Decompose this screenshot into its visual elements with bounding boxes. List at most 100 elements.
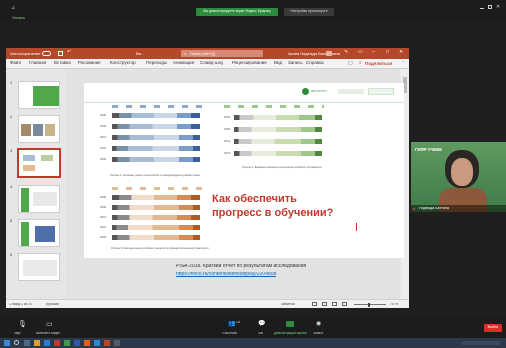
chart-row-bar <box>234 127 322 132</box>
zoom-level[interactable]: 74 % <box>390 303 398 307</box>
notes-button[interactable]: Заметки <box>281 303 295 307</box>
reading-view-icon[interactable] <box>332 302 337 306</box>
taskbar-app-icon[interactable] <box>34 340 40 346</box>
chart-row-label: 2000 <box>100 196 107 199</box>
chart-row-label: 2015 <box>100 147 107 150</box>
taskbar-app-icon[interactable] <box>64 340 70 346</box>
search-input[interactable]: Поиск (Alt+Q) <box>190 52 215 56</box>
thumb-number: 1 <box>10 81 13 85</box>
tab-design[interactable]: Конструктор <box>110 61 136 66</box>
thumb-image <box>23 165 35 171</box>
source-link[interactable]: https://fioco.ru/contents/item/display/2… <box>176 272 276 277</box>
language-status[interactable]: русский <box>46 303 59 307</box>
text-cursor <box>356 223 357 231</box>
close-icon[interactable]: ✕ <box>496 5 501 10</box>
share-button[interactable]: Поделиться <box>365 62 392 67</box>
pen-icon[interactable]: ✎ <box>344 50 348 55</box>
share-screen-button[interactable]: Демонстрация экрана <box>274 320 310 336</box>
minimize-icon[interactable] <box>480 8 484 9</box>
tab-view[interactable]: Вид <box>274 61 282 66</box>
sharing-banner: Вы демонстрируете экран Яндекс Браузер <box>196 8 278 16</box>
chat-icon: 💬 <box>258 321 266 327</box>
taskbar-app-icon[interactable] <box>94 340 100 346</box>
leave-button[interactable]: Выйти <box>484 324 502 332</box>
slide-thumbnail-5[interactable] <box>18 219 60 247</box>
zoom-slider[interactable] <box>354 304 386 305</box>
slide-thumbnail-6[interactable] <box>18 253 60 281</box>
search-icon: ⌕ <box>184 51 187 56</box>
thumb-image <box>21 124 31 136</box>
user-avatar[interactable] <box>326 51 332 56</box>
tab-review[interactable]: Рецензирование <box>232 61 267 66</box>
participants-label: Участники <box>222 332 238 335</box>
ribbon-collapse-icon[interactable]: ⌃ <box>401 61 405 66</box>
ribbon-display-icon[interactable]: ▭ <box>358 50 363 55</box>
slide[interactable]: ИНСТИТУТ 2000 2009 2012 2015 2018 Рисуно… <box>84 83 404 277</box>
participants-button[interactable]: 👥 25 Участники <box>222 320 246 336</box>
thumb-image <box>33 124 43 136</box>
taskbar-app-icon[interactable] <box>104 340 110 346</box>
chart-row-bar <box>112 195 200 200</box>
tab-help[interactable]: Справка <box>306 61 324 66</box>
thumb-image <box>35 226 55 242</box>
chart-row-bar <box>112 124 200 129</box>
normal-view-icon[interactable] <box>312 302 317 306</box>
slideshow-view-icon[interactable] <box>342 302 347 306</box>
chart-2-caption: Рисунок 2. Динамика показателя результат… <box>242 166 322 169</box>
tab-insert[interactable]: Вставка <box>54 61 71 66</box>
tab-animations[interactable]: Анимация <box>173 61 194 66</box>
save-icon[interactable] <box>58 51 63 56</box>
thumb-image <box>23 155 35 161</box>
tab-file[interactable]: Файл <box>10 61 21 66</box>
zoom-slider-thumb[interactable] <box>368 302 370 307</box>
ppt-maximize-icon[interactable]: □ <box>386 50 389 55</box>
chart-row-label: 2000 <box>100 114 107 117</box>
slide-thumbnail-2[interactable] <box>18 115 60 143</box>
ppt-close-icon[interactable]: ✕ <box>399 50 403 55</box>
taskbar-app-icon[interactable] <box>84 340 90 346</box>
taskbar-app-icon[interactable] <box>44 340 50 346</box>
legend <box>112 187 207 190</box>
slide-counter: Слайд 3 из 19 <box>9 302 33 306</box>
tab-slideshow[interactable]: Слайд-шоу <box>200 61 223 66</box>
slide-thumbnail-1[interactable] <box>18 81 60 109</box>
speaker-video[interactable]: ГИФР УЧЕБЕ ● Надежда Бахтина <box>411 142 506 212</box>
tab-draw[interactable]: Рисование <box>78 61 101 66</box>
taskbar-search-icon[interactable] <box>14 340 19 345</box>
taskbar-app-icon[interactable] <box>114 340 120 346</box>
slide-thumbnail-4[interactable] <box>18 185 60 213</box>
comments-icon[interactable]: ▢ <box>348 61 353 66</box>
thumb-image <box>45 124 55 136</box>
mic-button[interactable]: 🎙 Звук <box>14 320 30 336</box>
autosave-toggle[interactable] <box>42 51 51 56</box>
maximize-icon[interactable] <box>488 5 492 9</box>
tab-transitions[interactable]: Переходы <box>146 61 167 66</box>
slide-thumbnail-3-selected[interactable] <box>17 148 61 178</box>
taskbar-app-icon[interactable] <box>24 340 30 346</box>
mic-label: Звук <box>14 332 21 335</box>
system-tray[interactable] <box>462 341 500 345</box>
ppt-minimize-icon[interactable]: – <box>372 50 375 55</box>
start-icon[interactable] <box>4 340 10 346</box>
mic-muted-icon: 🎙 <box>18 321 27 328</box>
view-settings-button[interactable]: Настройки просмотра ▾ <box>284 8 334 16</box>
autosave-label: Автосохранение <box>10 52 41 56</box>
tab-record[interactable]: Запись <box>288 61 303 66</box>
taskbar-app-icon[interactable] <box>54 340 60 346</box>
chart-row-bar <box>112 235 200 240</box>
tab-home[interactable]: Главная <box>29 61 46 66</box>
sorter-view-icon[interactable] <box>322 302 327 306</box>
chat-button[interactable]: 💬 Чат <box>256 320 270 336</box>
taskbar-app-icon[interactable] <box>74 340 80 346</box>
chart-row-bar <box>112 205 200 210</box>
window-controls[interactable]: ✕ <box>480 5 502 11</box>
ppt-title-bar: Автосохранение ↶ Вв... ⌕ Поиск (Alt+Q) А… <box>6 48 409 59</box>
participants-icon: 👥 <box>228 321 236 327</box>
chart-row-bar <box>112 113 200 118</box>
chart-row-bar <box>112 146 200 151</box>
record-button[interactable]: ◉ Запись <box>312 320 328 336</box>
undo-icon[interactable]: ↶ <box>67 50 71 55</box>
search-box[interactable]: ⌕ Поиск (Alt+Q) <box>181 50 263 57</box>
video-button[interactable]: ▭ Включить видео <box>36 320 66 336</box>
thumbnail-pane: 1 2 3 4 5 6 <box>6 69 66 299</box>
